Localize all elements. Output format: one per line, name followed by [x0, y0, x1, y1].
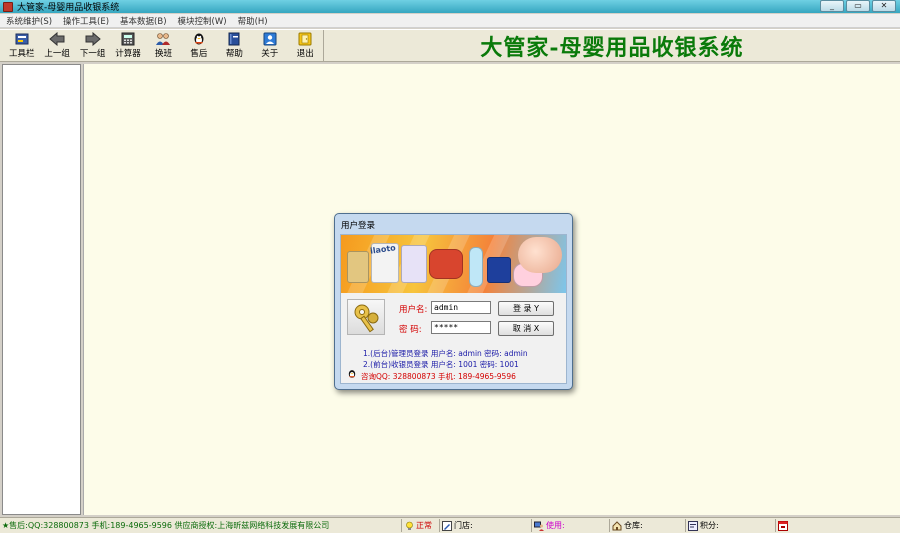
status-warehouse: 仓库: [610, 519, 686, 532]
book-icon [226, 32, 242, 46]
toolbar-label: 下一组 [79, 49, 106, 59]
status-vendor-text: ★售后:QQ:328800873 手机:189-4965-9596 供应商授权:… [2, 521, 330, 530]
login-hint-cashier: 2.(前台)收银员登录 用户名: 1001 密码: 1001 [363, 360, 519, 369]
dialog-title: 用户登录 [341, 221, 376, 231]
menu-operation-tools[interactable]: 操作工具(E) [57, 15, 114, 27]
baby-image [518, 237, 562, 273]
qq-penguin-icon [191, 32, 207, 46]
toolbar-button-prev-group[interactable]: 上一组 [39, 30, 74, 61]
username-label: 用户名: [399, 305, 428, 315]
minimize-button[interactable]: _ [820, 0, 844, 12]
menu-bar: 系统维护(S) 操作工具(E) 基本数据(B) 模块控制(W) 帮助(H) [0, 14, 900, 28]
exit-icon [297, 32, 313, 46]
contact-info: 咨询QQ: 328800873 手机: 189-4965-9596 [361, 372, 516, 381]
login-dialog: 用户登录 ilaoto 用户名: admin 登 录 Y 密 码: ***** … [334, 213, 573, 390]
status-store: 门店: [440, 519, 532, 532]
status-state-text: 正常 [416, 521, 432, 530]
toolbar-label: 上一组 [44, 49, 70, 59]
cancel-button[interactable]: 取 消 X [498, 321, 554, 336]
toolbar-label: 工具栏 [8, 49, 35, 59]
login-button[interactable]: 登 录 Y [498, 301, 554, 316]
calculator-icon [120, 32, 136, 46]
app-banner: 大管家-母婴用品收银系统 [324, 30, 900, 61]
window-title: 大管家-母婴用品收银系统 [17, 3, 120, 13]
toolbar-button-help[interactable]: 帮助 [217, 30, 252, 61]
status-user-text: 使用: [546, 521, 565, 530]
menu-module-control[interactable]: 模块控制(W) [172, 15, 232, 27]
toolbar-button-shift-change[interactable]: 换班 [146, 30, 181, 61]
title-bar: 大管家-母婴用品收银系统 _ ▭ ✕ [0, 0, 900, 13]
menu-system-maintenance[interactable]: 系统维护(S) [0, 15, 57, 27]
house-icon [612, 520, 622, 531]
menu-basic-data[interactable]: 基本数据(B) [114, 15, 171, 27]
status-state: 正常 [402, 519, 440, 532]
app-icon [3, 1, 13, 12]
window-controls: _ ▭ ✕ [820, 0, 896, 12]
users-icon [155, 32, 171, 46]
password-label: 密 码: [399, 325, 422, 335]
login-hint-admin: 1.(后台)管理员登录 用户名: admin 密码: admin [363, 349, 528, 358]
status-extra [776, 519, 806, 532]
toolbar-button-next-group[interactable]: 下一组 [75, 30, 110, 61]
key-image [347, 299, 385, 335]
dialog-body: ilaoto 用户名: admin 登 录 Y 密 码: ***** 取 消 X… [340, 234, 567, 384]
toolbar-icon [14, 32, 30, 46]
status-points-text: 积分: [700, 521, 719, 530]
toolbar-button-about[interactable]: 关于 [252, 30, 287, 61]
sidebar-panel [2, 64, 81, 515]
status-store-text: 门店: [454, 521, 473, 530]
arrow-left-icon [49, 32, 65, 46]
status-bar: ★售后:QQ:328800873 手机:189-4965-9596 供应商授权:… [0, 517, 900, 533]
toolbar-label: 计算器 [115, 49, 141, 59]
status-vendor: ★售后:QQ:328800873 手机:189-4965-9596 供应商授权:… [0, 519, 402, 532]
toolbar-buttons: 工具栏 上一组 下一组 计算器 换班 售后 帮助 关于 退出 [0, 30, 324, 61]
qq-penguin-icon [347, 369, 357, 379]
close-button[interactable]: ✕ [872, 0, 896, 12]
password-input[interactable]: ***** [431, 321, 491, 334]
calendar-icon [778, 520, 788, 531]
toolbar-button-toolbar[interactable]: 工具栏 [4, 30, 39, 61]
promo-banner: ilaoto [341, 235, 566, 293]
username-input[interactable]: admin [431, 301, 491, 314]
arrow-right-icon [85, 32, 101, 46]
toolbar-button-after-sales[interactable]: 售后 [181, 30, 216, 61]
banner-title: 大管家-母婴用品收银系统 [480, 34, 744, 61]
user-card-icon [262, 32, 278, 46]
toolbar-label: 换班 [154, 49, 172, 59]
toolbar-label: 帮助 [225, 49, 243, 59]
toolbar-label: 售后 [190, 49, 208, 59]
status-user: 使用: [532, 519, 610, 532]
menu-help[interactable]: 帮助(H) [232, 15, 273, 27]
maximize-button[interactable]: ▭ [846, 0, 870, 12]
toolbar-label: 退出 [296, 49, 314, 59]
toolbar-button-exit[interactable]: 退出 [288, 30, 323, 61]
card-icon [688, 520, 698, 531]
status-points: 积分: [686, 519, 776, 532]
toolbar-label: 关于 [261, 49, 279, 59]
toolbar: 工具栏 上一组 下一组 计算器 换班 售后 帮助 关于 退出 大管家-母婴用品收… [0, 29, 900, 62]
edit-icon [442, 520, 452, 531]
toolbar-button-calculator[interactable]: 计算器 [110, 30, 145, 61]
computer-user-icon [534, 521, 544, 531]
bulb-icon [404, 521, 414, 531]
status-warehouse-text: 仓库: [624, 521, 643, 530]
